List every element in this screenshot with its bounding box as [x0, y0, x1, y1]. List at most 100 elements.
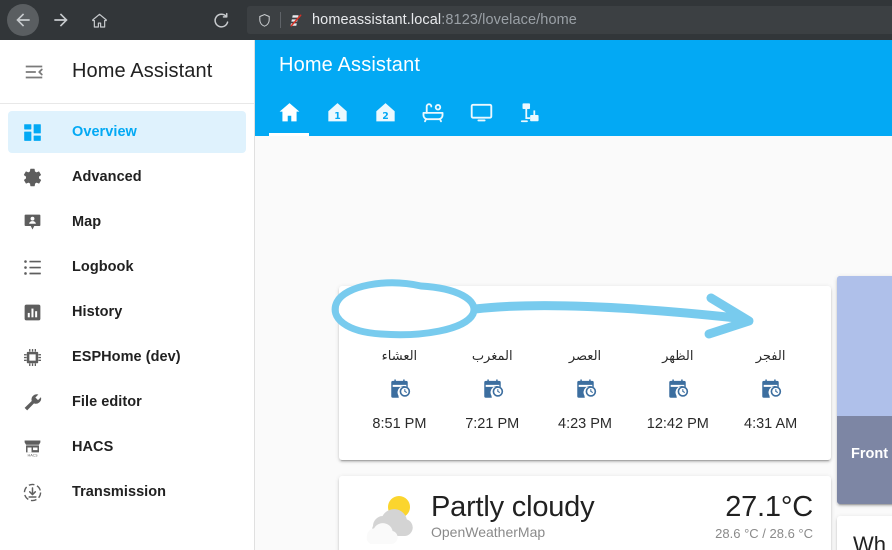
- weather-attribution: OpenWeatherMap: [431, 524, 546, 541]
- sidebar-item-transmission[interactable]: Transmission: [8, 471, 246, 513]
- prayer-entry[interactable]: العشاء 8:51 PM: [353, 294, 446, 460]
- bathtub-icon: [422, 103, 444, 123]
- arrow-right-icon: [54, 13, 68, 27]
- tab-floor-1[interactable]: 1: [313, 88, 361, 136]
- sidebar-item-esphome[interactable]: ESPHome (dev): [8, 336, 246, 378]
- prayer-entry[interactable]: المغرب 7:21 PM: [446, 294, 539, 460]
- wrench-icon: [20, 390, 44, 414]
- weather-temperature: 27.1°C: [725, 491, 813, 523]
- lan-network-icon: [520, 102, 539, 122]
- format-list-icon: [20, 255, 44, 279]
- sidebar-item-history[interactable]: History: [8, 291, 246, 333]
- home-icon: [279, 102, 299, 121]
- lovelace-content: الفجر 4:31 AM الظهر 12:42 PM العصر 4:23 …: [255, 136, 892, 550]
- sidebar-item-overview[interactable]: Overview: [8, 111, 246, 153]
- arrow-left-icon: [16, 13, 30, 27]
- television-icon: [470, 103, 492, 121]
- browser-toolbar: homeassistant.local:8123/lovelace/home: [0, 0, 892, 40]
- sidebar-nav-list: Overview Advanced Map Logbook History ES…: [0, 104, 254, 513]
- sidebar-item-hacs[interactable]: HACS HACS: [8, 426, 246, 468]
- calendar-clock-icon: [388, 376, 411, 402]
- reload-button[interactable]: [206, 5, 236, 35]
- url-text: homeassistant.local:8123/lovelace/home: [312, 12, 577, 28]
- prayer-entry[interactable]: الفجر 4:31 AM: [724, 294, 817, 460]
- prayer-time: 12:42 PM: [646, 416, 709, 432]
- home-button[interactable]: [83, 4, 115, 36]
- sidebar-item-file-editor[interactable]: File editor: [8, 381, 246, 423]
- prayer-time: 4:23 PM: [558, 416, 612, 432]
- sidebar-item-label: History: [72, 304, 123, 320]
- omnibox-divider: [280, 12, 281, 28]
- svg-text:1: 1: [334, 110, 341, 121]
- sidebar-item-label: Overview: [72, 124, 137, 140]
- tab-floor-2[interactable]: 2: [361, 88, 409, 136]
- home-floor-2-icon: 2: [375, 102, 395, 121]
- calendar-clock-icon: [759, 376, 782, 402]
- prayer-name: العصر: [568, 349, 602, 364]
- chip-icon: [20, 345, 44, 369]
- calendar-clock-icon: [574, 376, 597, 402]
- camera-name: Front: [851, 446, 889, 462]
- tab-network[interactable]: [505, 88, 553, 136]
- prayer-entry[interactable]: العصر 4:23 PM: [539, 294, 632, 460]
- hacs-storefront-icon: HACS: [20, 435, 44, 459]
- chart-box-icon: [20, 300, 44, 324]
- sidebar-item-label: Logbook: [72, 259, 134, 275]
- sidebar-item-label: Transmission: [72, 484, 167, 500]
- sidebar-item-label: HACS: [72, 439, 114, 455]
- prayer-name: المغرب: [471, 349, 513, 364]
- back-button[interactable]: [7, 4, 39, 36]
- sidebar-header: Home Assistant: [0, 40, 254, 104]
- download-circle-icon: [20, 480, 44, 504]
- sidebar-item-label: ESPHome (dev): [72, 349, 181, 365]
- prayer-name: العشاء: [381, 349, 418, 364]
- page-title: Home Assistant: [279, 54, 421, 76]
- shield-icon[interactable]: [255, 11, 273, 29]
- sidebar-item-label: Advanced: [72, 169, 142, 185]
- sidebar-item-label: File editor: [72, 394, 142, 410]
- tab-bathroom[interactable]: [409, 88, 457, 136]
- prayer-times-card[interactable]: الفجر 4:31 AM الظهر 12:42 PM العصر 4:23 …: [339, 286, 831, 460]
- prayer-name: الفجر: [755, 349, 786, 364]
- prayer-times-row: الفجر 4:31 AM الظهر 12:42 PM العصر 4:23 …: [339, 294, 831, 460]
- not-secure-icon[interactable]: [288, 12, 304, 28]
- home-icon: [91, 13, 107, 28]
- partly-cloudy-icon: [357, 492, 421, 548]
- sidebar-item-label: Map: [72, 214, 102, 230]
- side-card[interactable]: Wh: [837, 516, 892, 550]
- view-dashboard-icon: [20, 120, 44, 144]
- tab-home[interactable]: [265, 88, 313, 136]
- calendar-clock-icon: [666, 376, 689, 402]
- prayer-time: 7:21 PM: [465, 416, 520, 432]
- camera-card[interactable]: Front: [837, 276, 892, 504]
- camera-footer: Front: [837, 416, 892, 504]
- reload-icon: [213, 12, 228, 28]
- browser-nav-buttons: [0, 4, 118, 36]
- sidebar: Home Assistant Overview Advanced Map Log…: [0, 40, 255, 550]
- svg-text:HACS: HACS: [27, 453, 38, 457]
- menu-open-icon[interactable]: [16, 54, 52, 90]
- weather-state: Partly cloudy: [431, 491, 595, 523]
- weather-card[interactable]: Partly cloudy OpenWeatherMap 27.1°C 28.6…: [339, 476, 831, 550]
- url-path: :8123/lovelace/home: [441, 12, 577, 28]
- weather-high-low: 28.6 °C / 28.6 °C: [715, 526, 813, 542]
- sidebar-item-advanced[interactable]: Advanced: [8, 156, 246, 198]
- url-host: homeassistant.local: [312, 12, 442, 28]
- sidebar-app-name: Home Assistant: [72, 60, 213, 82]
- forward-button[interactable]: [45, 4, 77, 36]
- home-floor-1-icon: 1: [327, 102, 347, 121]
- address-bar[interactable]: homeassistant.local:8123/lovelace/home: [247, 6, 892, 34]
- prayer-time: 8:51 PM: [372, 416, 427, 432]
- sidebar-item-logbook[interactable]: Logbook: [8, 246, 246, 288]
- home-assistant-app: Home Assistant Overview Advanced Map Log…: [0, 40, 892, 550]
- weather-temperature-block: 27.1°C 28.6 °C / 28.6 °C: [715, 490, 813, 542]
- camera-preview: [837, 276, 892, 416]
- prayer-entry[interactable]: الظهر 12:42 PM: [631, 294, 724, 460]
- tab-media[interactable]: [457, 88, 505, 136]
- weather-current: Partly cloudy OpenWeatherMap 27.1°C 28.6…: [357, 490, 813, 550]
- sidebar-item-map[interactable]: Map: [8, 201, 246, 243]
- svg-text:2: 2: [382, 110, 389, 121]
- prayer-time: 4:31 AM: [744, 416, 798, 432]
- prayer-name: الظهر: [662, 349, 694, 364]
- account-badge-icon: [20, 210, 44, 234]
